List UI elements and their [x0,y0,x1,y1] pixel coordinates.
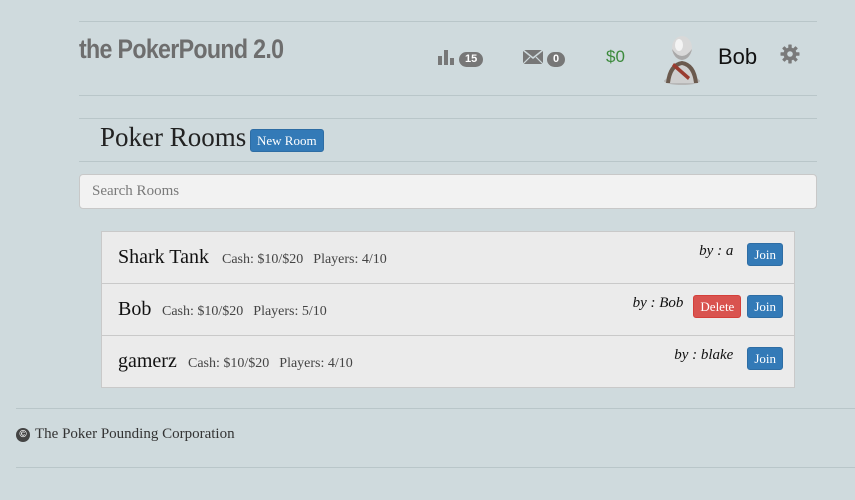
room-actions: by : blake Join [674,347,783,370]
join-button[interactable]: Join [747,347,783,370]
room-meta: Cash: $10/$20 Players: 4/10 [188,356,353,372]
new-room-button[interactable]: New Room [250,129,324,152]
join-button[interactable]: Join [747,295,783,318]
title-top-rule [79,118,817,119]
room-owner: by : blake [674,347,734,363]
page-title: Poker Rooms [100,122,247,152]
room-name: Shark Tank [118,246,209,268]
envelope-icon [523,48,543,64]
gear-icon[interactable] [780,44,800,64]
messages-button[interactable]: 0 [523,46,566,67]
footer: © The Poker Pounding Corporation [16,426,235,443]
footer-bottom-rule [16,467,855,468]
room-players: Players: 4/10 [313,252,387,267]
balance-display: $0 [606,47,625,66]
room-players: Players: 5/10 [253,304,327,319]
brand-logo[interactable]: the PokerPound 2.0 [79,34,284,65]
room-cash: Cash: $10/$20 [162,304,244,319]
avatar[interactable] [660,33,704,85]
username[interactable]: Bob [718,44,757,70]
room-meta: Cash: $10/$20 Players: 5/10 [162,304,327,320]
room-name: Bob [118,298,152,320]
room-cash: Cash: $10/$20 [222,252,304,267]
room-owner: by : a [699,243,734,259]
join-button[interactable]: Join [747,243,783,266]
search-input[interactable] [79,174,817,209]
rooms-list: Shark Tank Cash: $10/$20 Players: 4/10 by… [101,231,795,388]
room-row: gamerz Cash: $10/$20 Players: 4/10 by : b… [102,336,794,387]
room-actions: by : Bob Delete Join [633,295,783,318]
stats-button[interactable]: 15 [437,46,484,67]
header-bottom-rule [79,95,817,96]
room-row: Bob Cash: $10/$20 Players: 5/10 by : Bob … [102,284,794,336]
room-meta: Cash: $10/$20 Players: 4/10 [222,252,387,268]
room-row: Shark Tank Cash: $10/$20 Players: 4/10 by… [102,232,794,284]
footer-text: The Poker Pounding Corporation [35,426,235,442]
messages-badge: 0 [547,52,566,67]
delete-button[interactable]: Delete [693,295,742,318]
stats-badge: 15 [459,52,484,67]
room-name: gamerz [118,350,177,372]
room-actions: by : a Join [699,243,783,266]
copyright-icon: © [16,427,30,442]
room-players: Players: 4/10 [279,356,353,371]
title-bottom-rule [79,161,817,162]
bar-chart-icon [438,49,454,65]
footer-top-rule [16,408,855,409]
room-cash: Cash: $10/$20 [188,356,270,371]
room-owner: by : Bob [632,295,684,311]
header-top-rule [79,21,817,22]
